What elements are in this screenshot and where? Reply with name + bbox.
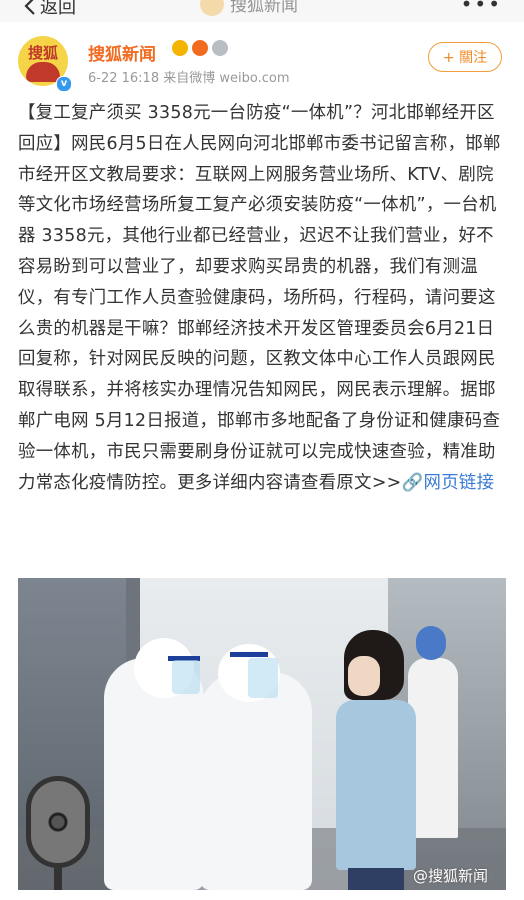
photo-watermark: @搜狐新闻: [412, 867, 488, 885]
post-body: 【复工复产须买 3358元一台防疫“一体机”？河北邯郸经开区回应】网民6月5日在…: [18, 98, 508, 498]
post-photo[interactable]: @搜狐新闻: [18, 578, 506, 890]
back-label: 返回: [40, 0, 76, 18]
woman-cardigan: [336, 700, 416, 870]
chevron-left-icon: [24, 0, 35, 15]
top-navigation-bar: 返回 搜狐新闻 •••: [0, 0, 524, 22]
author-name[interactable]: 搜狐新闻: [88, 40, 156, 65]
worker-2-visor-band: [230, 652, 268, 657]
topbar-brand: 搜狐新闻: [200, 0, 298, 16]
bystander-head: [416, 626, 446, 660]
back-button[interactable]: 返回: [24, 0, 76, 19]
worker-2-face-shield: [248, 658, 278, 698]
web-link[interactable]: 🔗网页链接: [402, 473, 495, 493]
worker-1-face-shield: [172, 660, 200, 694]
woman-face: [348, 656, 380, 696]
post-text: 【复工复产须买 3358元一台防疫“一体机”？河北邯郸经开区回应】网民6月5日在…: [18, 103, 501, 493]
flame-badge-icon: [192, 40, 208, 56]
post-header: 搜狐 v 搜狐新闻 6-22 16:18 来自微博 weibo.com + 關注: [0, 22, 524, 96]
avatar-text: 搜狐: [27, 44, 58, 62]
fox-logo-icon: [26, 62, 60, 82]
worker-2-suit: [200, 672, 312, 890]
electric-fan: [26, 776, 90, 868]
verified-badge-icon: v: [56, 76, 72, 92]
brand-logo-icon: [200, 0, 224, 16]
author-badges: [172, 40, 232, 56]
woman-jeans: [348, 868, 404, 890]
crown-badge-icon: [172, 40, 188, 56]
follow-button[interactable]: + 關注: [428, 42, 502, 72]
more-options-button[interactable]: •••: [461, 0, 502, 16]
topbar-title: 搜狐新闻: [230, 0, 298, 16]
fan-stand: [54, 866, 62, 890]
medal-badge-icon: [212, 40, 228, 56]
post-meta: 6-22 16:18 来自微博 weibo.com: [88, 71, 290, 86]
